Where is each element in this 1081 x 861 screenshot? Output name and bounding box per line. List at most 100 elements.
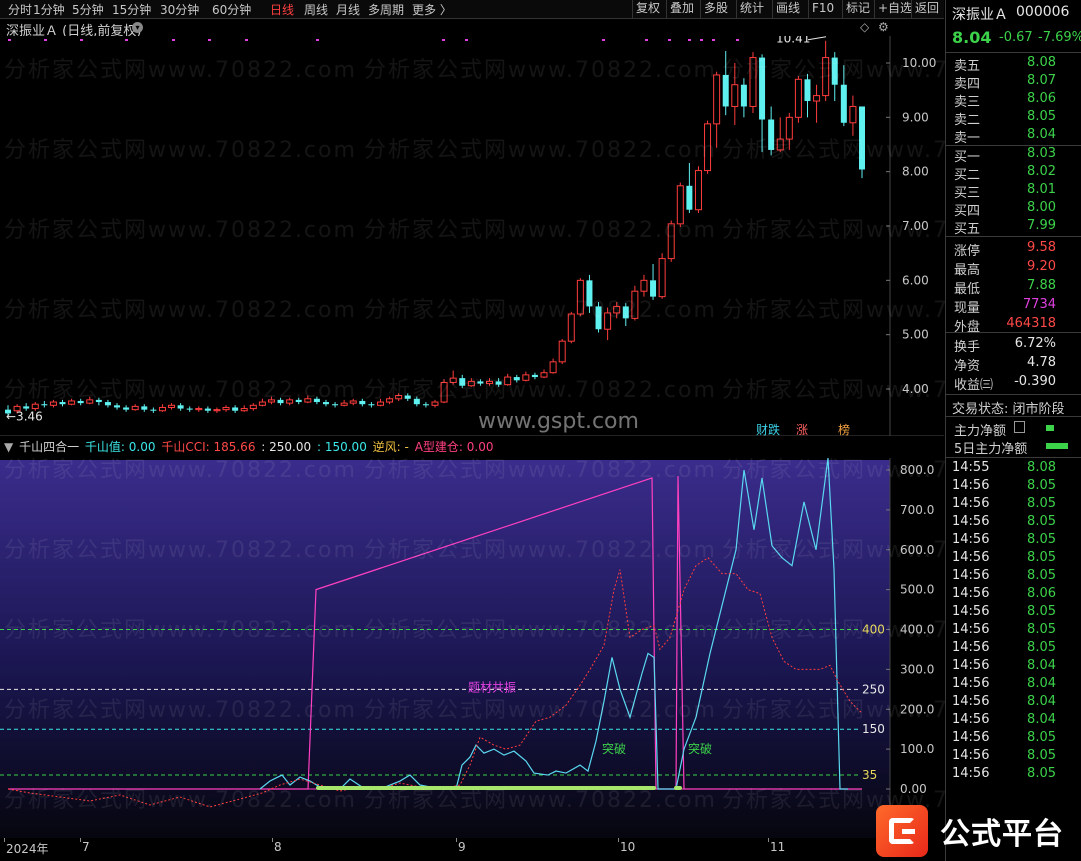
candle-body-49[interactable] <box>449 377 457 383</box>
candle-body-88[interactable] <box>804 79 811 102</box>
fund-row-1[interactable]: 净资 4.78 <box>946 355 1081 374</box>
fund-row-0[interactable]: 换手 6.72% <box>946 336 1081 355</box>
candle-body-31[interactable] <box>286 399 294 404</box>
candle-body-85[interactable] <box>776 138 784 151</box>
candle-body-64[interactable] <box>586 280 593 307</box>
toolbar-button-0[interactable]: 复权 <box>632 0 663 18</box>
ask-row-4[interactable]: 卖一 8.04 <box>946 127 1081 146</box>
candle-body-90[interactable] <box>822 57 830 97</box>
toolbar-button-5[interactable]: F10 <box>808 0 837 18</box>
candle-body-72[interactable] <box>658 258 666 298</box>
candle-body-69[interactable] <box>631 290 639 319</box>
candle-body-27[interactable] <box>249 404 257 410</box>
candle-body-61[interactable] <box>558 340 566 363</box>
toolbar-button-1[interactable]: 叠加 <box>666 0 697 18</box>
period-tab-1[interactable]: 1分钟 <box>33 1 65 18</box>
candle-body-21[interactable] <box>195 408 203 411</box>
candle-body-65[interactable] <box>595 306 602 330</box>
candle-body-40[interactable] <box>368 404 375 406</box>
candle-body-93[interactable] <box>849 105 857 124</box>
candle-body-86[interactable] <box>785 116 793 140</box>
candle-body-63[interactable] <box>576 279 584 315</box>
candle-body-81[interactable] <box>740 84 747 107</box>
candle-body-4[interactable] <box>41 404 48 406</box>
candle-body-59[interactable] <box>540 372 548 378</box>
bid-row-2[interactable]: 买三 8.01 <box>946 182 1081 201</box>
candle-body-94[interactable] <box>859 106 865 170</box>
candle-body-19[interactable] <box>177 405 184 409</box>
diamond-icon[interactable]: ◇ <box>860 20 869 34</box>
stat-row-2[interactable]: 最低 7.88 <box>946 278 1081 297</box>
candle-body-79[interactable] <box>722 74 729 107</box>
candle-body-54[interactable] <box>495 381 502 385</box>
candle-body-57[interactable] <box>522 374 530 381</box>
candle-body-53[interactable] <box>486 380 494 385</box>
stat-row-0[interactable]: 涨停 9.58 <box>946 240 1081 259</box>
candle-body-8[interactable] <box>77 400 84 404</box>
candle-body-74[interactable] <box>676 185 684 225</box>
candle-body-58[interactable] <box>531 374 538 378</box>
bid-row-4[interactable]: 买五 7.99 <box>946 218 1081 237</box>
candle-body-73[interactable] <box>667 223 675 260</box>
candle-body-71[interactable] <box>650 280 657 297</box>
settings-gear-icon[interactable]: ⚙ <box>878 20 889 34</box>
toolbar-button-6[interactable]: 标记 <box>842 0 873 18</box>
period-tab-6[interactable]: 日线 <box>270 1 294 18</box>
period-tab-7[interactable]: 周线 <box>304 1 328 18</box>
indicator-name[interactable]: 千山四合一 <box>19 440 79 454</box>
candle-body-3[interactable] <box>31 403 39 410</box>
candle-body-89[interactable] <box>813 95 821 102</box>
ask-row-0[interactable]: 卖五 8.08 <box>946 55 1081 74</box>
candle-body-78[interactable] <box>713 74 721 125</box>
candle-body-50[interactable] <box>459 378 466 386</box>
candle-body-16[interactable] <box>150 409 157 411</box>
candle-body-83[interactable] <box>759 57 766 120</box>
candle-body-38[interactable] <box>349 400 357 404</box>
candle-body-15[interactable] <box>141 406 148 410</box>
candle-body-35[interactable] <box>322 402 329 405</box>
main-net[interactable]: 主力净额 <box>946 420 1081 439</box>
candlestick-chart[interactable]: 10.00 9.00 8.00 7.00 6.00 5.00 4.00 10.41 ←3.46 w… <box>0 36 944 436</box>
ask-row-3[interactable]: 卖二 8.05 <box>946 109 1081 128</box>
candle-body-45[interactable] <box>413 398 420 405</box>
candle-body-32[interactable] <box>295 399 302 403</box>
candle-body-10[interactable] <box>95 399 102 403</box>
candle-body-77[interactable] <box>704 123 712 172</box>
toolbar-button-2[interactable]: 多股 <box>700 0 731 18</box>
candle-body-80[interactable] <box>731 84 739 107</box>
candle-body-11[interactable] <box>104 402 111 406</box>
candle-body-60[interactable] <box>549 361 557 374</box>
bid-row-1[interactable]: 买二 8.02 <box>946 164 1081 183</box>
candle-body-13[interactable] <box>123 407 130 410</box>
candle-body-92[interactable] <box>840 84 847 123</box>
candle-body-9[interactable] <box>86 399 94 404</box>
candle-body-41[interactable] <box>376 401 384 406</box>
bid-row-0[interactable]: 买一 8.03 <box>946 146 1081 165</box>
candle-body-56[interactable] <box>513 377 520 381</box>
candle-body-24[interactable] <box>222 406 230 411</box>
candle-body-26[interactable] <box>240 408 248 412</box>
period-tab-3[interactable]: 15分钟 <box>112 1 151 18</box>
period-tab-8[interactable]: 月线 <box>336 1 360 18</box>
candle-body-66[interactable] <box>604 312 612 330</box>
candle-body-47[interactable] <box>431 401 439 406</box>
candle-body-25[interactable] <box>232 407 239 411</box>
candle-body-68[interactable] <box>622 306 629 319</box>
candle-body-20[interactable] <box>186 408 193 410</box>
candle-body-42[interactable] <box>386 398 394 403</box>
candle-body-75[interactable] <box>686 185 693 210</box>
candle-body-51[interactable] <box>467 380 475 387</box>
stat-row-1[interactable]: 最高 9.20 <box>946 259 1081 278</box>
candle-body-91[interactable] <box>831 57 838 85</box>
stat-row-3[interactable]: 现量 7734 <box>946 297 1081 316</box>
candle-body-39[interactable] <box>359 400 366 405</box>
toolbar-button-4[interactable]: 画线 <box>772 0 803 18</box>
period-tab-5[interactable]: 60分钟 <box>212 1 251 18</box>
candle-body-22[interactable] <box>204 408 211 411</box>
candle-body-23[interactable] <box>213 409 221 412</box>
chart-menu-icon[interactable]: ▾ <box>132 22 143 33</box>
candle-body-14[interactable] <box>131 405 139 411</box>
candle-body-44[interactable] <box>404 395 411 399</box>
candle-body-6[interactable] <box>59 402 66 405</box>
candle-body-2[interactable] <box>23 406 30 409</box>
